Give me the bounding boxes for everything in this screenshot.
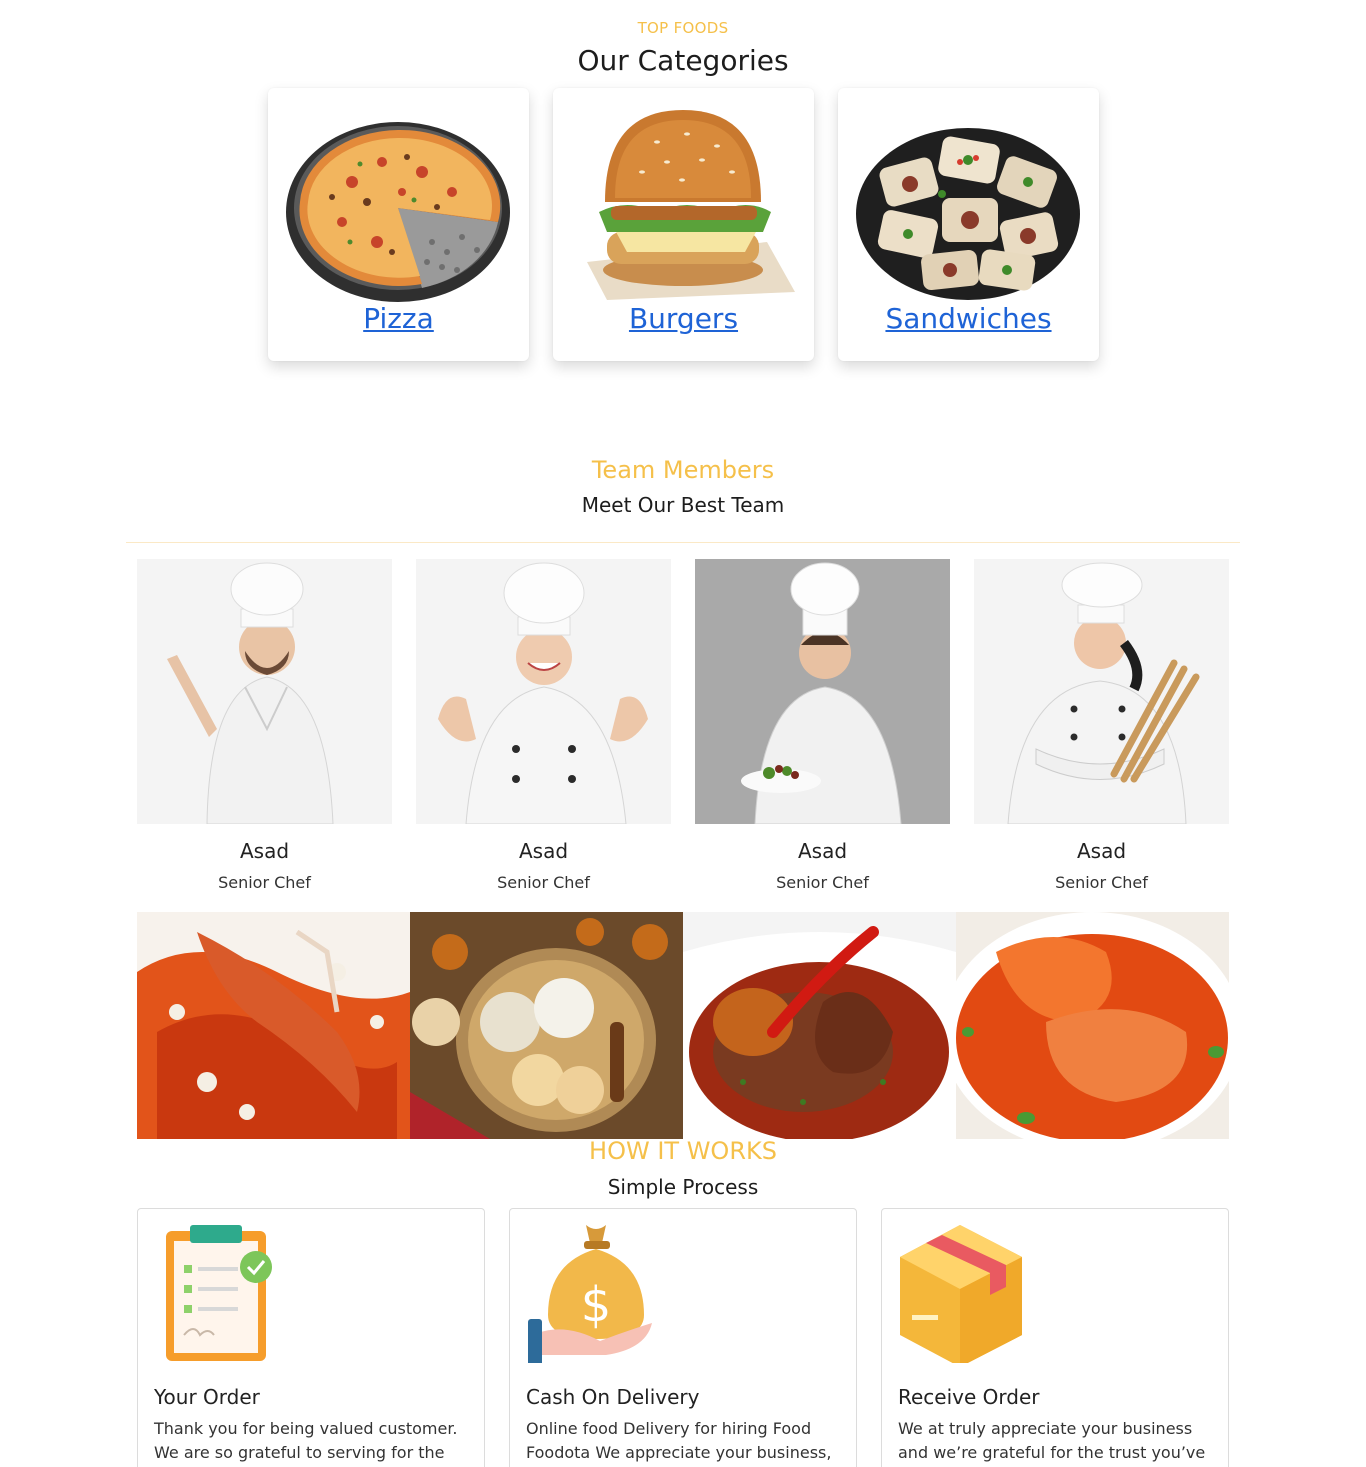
member-role: Senior Chef xyxy=(218,873,311,892)
step-card-receive-order: Receive Order We at truly appreciate you… xyxy=(881,1208,1229,1467)
step-title: Cash On Delivery xyxy=(526,1385,700,1409)
team-member-card: Asad Senior Chef xyxy=(695,559,950,892)
sandwich-platter-image xyxy=(856,128,1080,300)
burger-image xyxy=(587,110,795,300)
svg-text:$: $ xyxy=(581,1277,612,1333)
step-text: Online food Delivery for hiring Food Foo… xyxy=(526,1419,832,1462)
section-divider xyxy=(126,542,1240,543)
categories-eyebrow: TOP FOODS xyxy=(637,19,729,37)
team-eyebrow: Team Members xyxy=(591,456,775,484)
category-card-sandwiches[interactable]: Sandwiches xyxy=(838,88,1099,361)
step-text: Thank you for being valued customer. We … xyxy=(154,1419,458,1462)
category-link-burgers[interactable]: Burgers xyxy=(553,302,814,335)
chef-photo xyxy=(137,559,392,824)
category-link-pizza[interactable]: Pizza xyxy=(268,302,529,335)
categories-title: Our Categories xyxy=(577,44,789,77)
pizza-image xyxy=(286,122,510,302)
category-card-pizza[interactable]: Pizza xyxy=(268,88,529,361)
chef-photo xyxy=(695,559,950,824)
gallery-image-thali xyxy=(410,912,683,1139)
category-link-sandwiches[interactable]: Sandwiches xyxy=(838,302,1099,335)
team-member-card: Asad Senior Chef xyxy=(416,559,671,892)
step-card-cash-on-delivery: $ Cash On Delivery Online food Delivery … xyxy=(509,1208,857,1467)
gallery-image-paneer-curry xyxy=(956,912,1229,1139)
member-role: Senior Chef xyxy=(497,873,590,892)
team-member-card: Asad Senior Chef xyxy=(974,559,1229,892)
food-gallery xyxy=(137,912,1229,1139)
member-name: Asad xyxy=(239,839,290,863)
step-title: Receive Order xyxy=(898,1385,1040,1409)
member-role: Senior Chef xyxy=(776,873,869,892)
member-name: Asad xyxy=(797,839,848,863)
money-bag-icon: $ xyxy=(528,1225,652,1363)
team-title: Meet Our Best Team xyxy=(581,493,785,517)
step-text: We at truly appreciate your business and… xyxy=(898,1419,1206,1462)
step-title: Your Order xyxy=(154,1385,260,1409)
member-name: Asad xyxy=(1076,839,1127,863)
gallery-image-chicken-curry xyxy=(683,912,956,1139)
clipboard-check-icon xyxy=(166,1225,272,1361)
how-title: Simple Process xyxy=(607,1175,759,1199)
member-role: Senior Chef xyxy=(1055,873,1148,892)
category-cards: Pizza Burgers Sandwiches xyxy=(268,88,1100,361)
chef-photo xyxy=(974,559,1229,824)
team-member-card: Asad Senior Chef xyxy=(137,559,392,892)
category-card-burgers[interactable]: Burgers xyxy=(553,88,814,361)
box-icon xyxy=(900,1225,1022,1363)
member-name: Asad xyxy=(518,839,569,863)
how-eyebrow: HOW IT WORKS xyxy=(589,1137,777,1165)
gallery-image-lobster-curry xyxy=(137,912,410,1139)
step-card-your-order: Your Order Thank you for being valued cu… xyxy=(137,1208,485,1467)
chef-photo xyxy=(416,559,671,824)
